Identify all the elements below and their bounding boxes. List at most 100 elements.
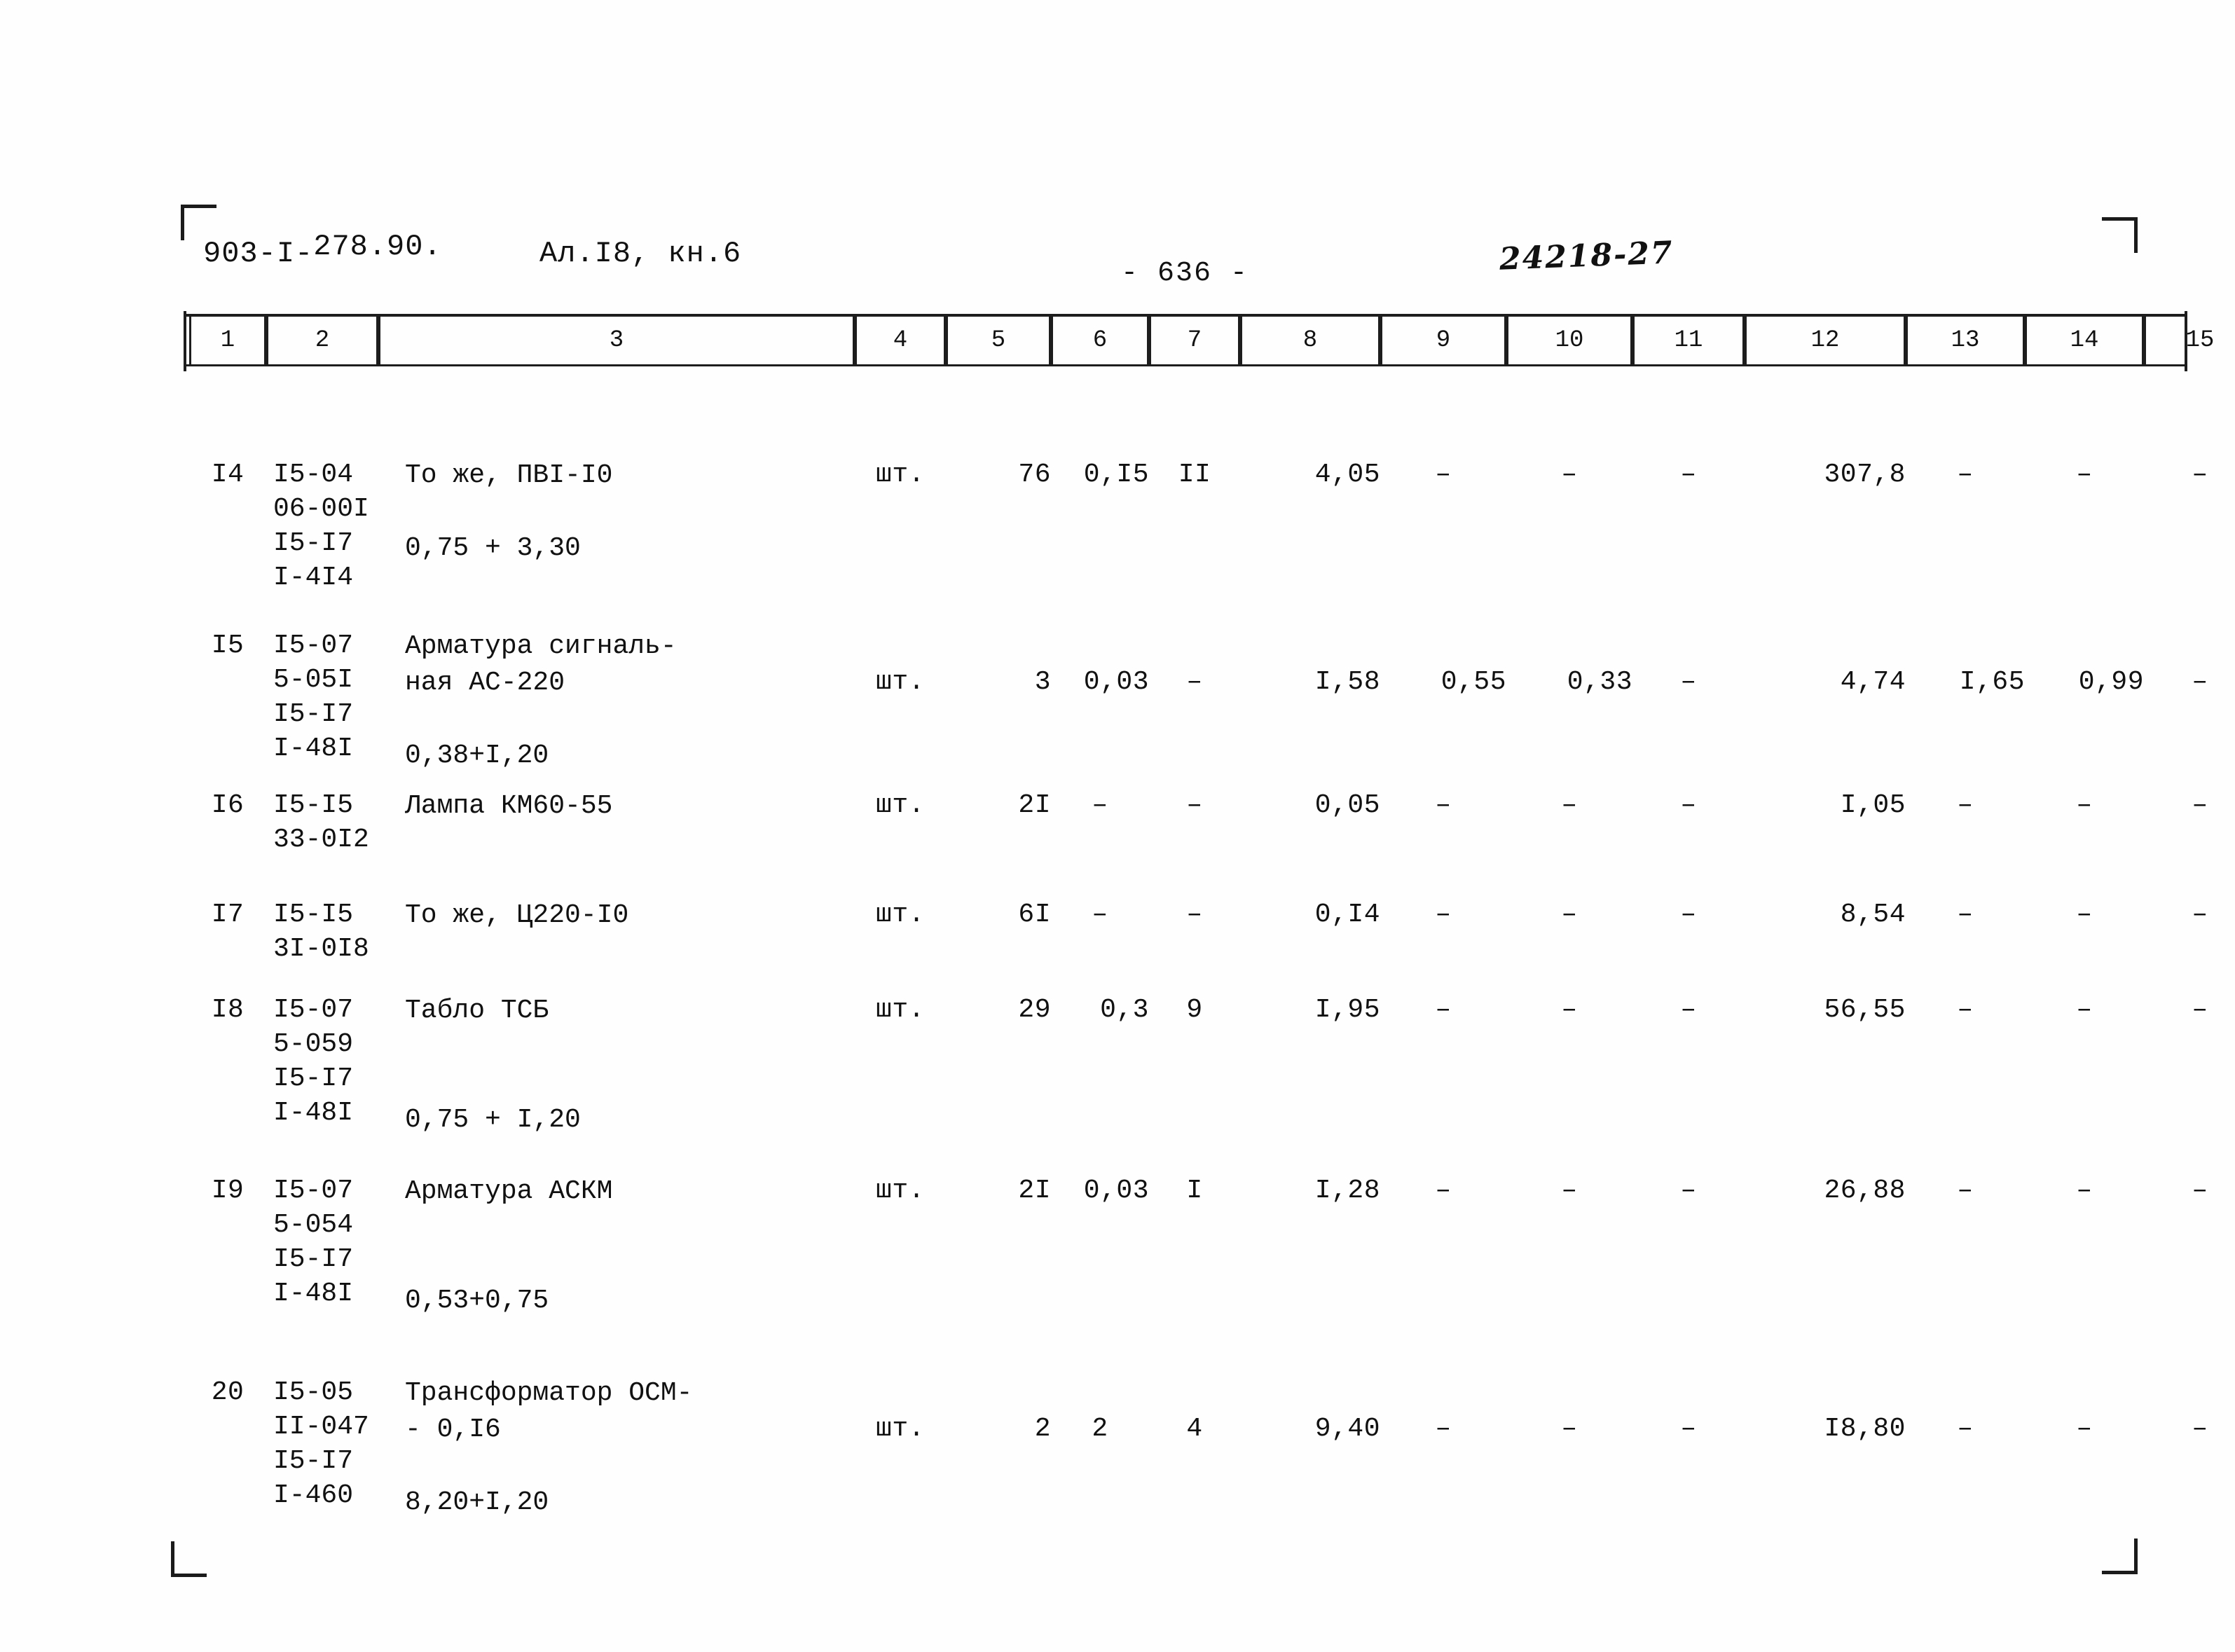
row-code: I5-I5 33-0I2 — [273, 790, 369, 855]
column-header-9: 9 — [1380, 317, 1506, 364]
column-header-10: 10 — [1506, 317, 1632, 364]
row-col9: 0,55 — [1440, 667, 1506, 697]
row-unit: шт. — [876, 900, 925, 930]
row-col14: – — [2076, 1414, 2093, 1444]
row-unit: шт. — [876, 995, 925, 1025]
row-col8: 4,05 — [1314, 460, 1380, 490]
corner-mark-top-right — [2102, 217, 2138, 253]
row-col13: – — [1957, 460, 1974, 490]
row-code: I5-07 5-059 I5-I7 I-48I — [273, 995, 354, 1128]
row-col13: I,65 — [1959, 667, 2025, 697]
page-number: - 636 - — [1121, 258, 1249, 289]
corner-mark-bottom-right — [2102, 1539, 2138, 1574]
row-number: I9 — [211, 1176, 245, 1206]
row-col10: – — [1561, 1176, 1578, 1206]
row-col10: – — [1561, 900, 1578, 930]
column-header-5: 5 — [946, 317, 1051, 364]
row-col5: 3 — [1034, 667, 1051, 697]
row-col8: 0,I4 — [1314, 900, 1380, 930]
row-col7: II — [1178, 460, 1211, 490]
row-description: Табло ТСБ 0,75 + I,20 — [405, 996, 581, 1135]
archive-stamp: 24218-27 — [1499, 235, 1674, 277]
row-col8: I,95 — [1314, 995, 1380, 1025]
row-col7: – — [1186, 667, 1203, 697]
row-col10: – — [1561, 460, 1578, 490]
corner-mark-bottom-left — [171, 1541, 207, 1577]
row-col13: – — [1957, 1176, 1974, 1206]
row-col15: – — [2192, 995, 2208, 1025]
row-col13: – — [1957, 900, 1974, 930]
row-col14: – — [2076, 995, 2093, 1025]
row-col10: – — [1561, 790, 1578, 820]
column-header-7: 7 — [1149, 317, 1240, 364]
row-col9: – — [1435, 790, 1452, 820]
row-number: I7 — [211, 900, 245, 930]
row-col5: 76 — [1018, 460, 1051, 490]
row-col10: 0,33 — [1567, 667, 1632, 697]
table-left-edge — [184, 311, 186, 371]
row-col7: 4 — [1186, 1414, 1203, 1444]
row-col6: 2 — [1092, 1414, 1108, 1444]
document-code: 903-I-278.90. — [203, 230, 442, 270]
row-code: I5-07 5-054 I5-I7 I-48I — [273, 1176, 354, 1309]
row-unit: шт. — [876, 667, 925, 697]
row-col12: 8,54 — [1840, 900, 1906, 930]
row-col9: – — [1435, 995, 1452, 1025]
row-col9: – — [1435, 1414, 1452, 1444]
row-col12: 56,55 — [1824, 995, 1906, 1025]
table-body: I4 I5-04 06-00I I5-I7 I-4I4 То же, ПВI-I… — [184, 382, 2208, 1531]
column-header-8: 8 — [1240, 317, 1380, 364]
row-number: I4 — [211, 460, 245, 490]
row-col10: – — [1561, 995, 1578, 1025]
corner-mark-top-left — [181, 205, 216, 240]
row-col8: I,58 — [1314, 667, 1380, 697]
row-col6: – — [1092, 790, 1108, 820]
row-col12: I,05 — [1840, 790, 1906, 820]
column-header-2: 2 — [266, 317, 378, 364]
row-col5: 2 — [1034, 1414, 1051, 1444]
column-header-12: 12 — [1745, 317, 1906, 364]
row-code: I5-I5 3I-0I8 — [273, 900, 369, 964]
row-col10: – — [1561, 1414, 1578, 1444]
row-col13: – — [1957, 790, 1974, 820]
row-col11: – — [1680, 900, 1697, 930]
row-col6: 0,03 — [1083, 1176, 1149, 1206]
row-unit: шт. — [876, 460, 925, 490]
row-col6: 0,3 — [1100, 995, 1149, 1025]
row-col12: 26,88 — [1824, 1176, 1906, 1206]
row-col5: 2I — [1018, 790, 1051, 820]
row-col12: 307,8 — [1824, 460, 1906, 490]
column-header-11: 11 — [1632, 317, 1745, 364]
row-col14: – — [2076, 900, 2093, 930]
column-header-6: 6 — [1051, 317, 1149, 364]
row-col9: – — [1435, 900, 1452, 930]
table-header-bottom-rule — [184, 364, 2187, 366]
row-col13: – — [1957, 1414, 1974, 1444]
row-col14: – — [2076, 1176, 2093, 1206]
row-col7: – — [1186, 900, 1203, 930]
row-col15: – — [2192, 1176, 2208, 1206]
row-col6: – — [1092, 900, 1108, 930]
row-code: I5-05 II-047 I5-I7 I-460 — [273, 1377, 369, 1510]
document-code-prefix: 903-I- — [203, 237, 314, 270]
column-header-row: 1 2 3 4 5 6 7 8 9 10 11 12 13 14 15 — [184, 311, 2235, 371]
row-col5: 6I — [1018, 900, 1051, 930]
row-description: Арматура сигналь- ная АС-220 0,38+I,20 — [405, 631, 677, 771]
column-header-1: 1 — [189, 317, 266, 364]
row-code: I5-04 06-00I I5-I7 I-4I4 — [273, 460, 369, 593]
row-col6: 0,03 — [1083, 667, 1149, 697]
column-header-14: 14 — [2025, 317, 2144, 364]
row-col7: – — [1186, 790, 1203, 820]
row-unit: шт. — [876, 790, 925, 820]
row-description: То же, Ц220-I0 — [405, 900, 629, 930]
column-header-15: 15 — [2144, 317, 2235, 364]
row-col11: – — [1680, 667, 1697, 697]
row-unit: шт. — [876, 1414, 925, 1444]
column-header-3: 3 — [378, 317, 855, 364]
column-header-13: 13 — [1906, 317, 2025, 364]
row-col7: 9 — [1186, 995, 1203, 1025]
row-col9: – — [1435, 460, 1452, 490]
row-col7: I — [1186, 1176, 1203, 1206]
row-col13: – — [1957, 995, 1974, 1025]
row-col15: – — [2192, 790, 2208, 820]
